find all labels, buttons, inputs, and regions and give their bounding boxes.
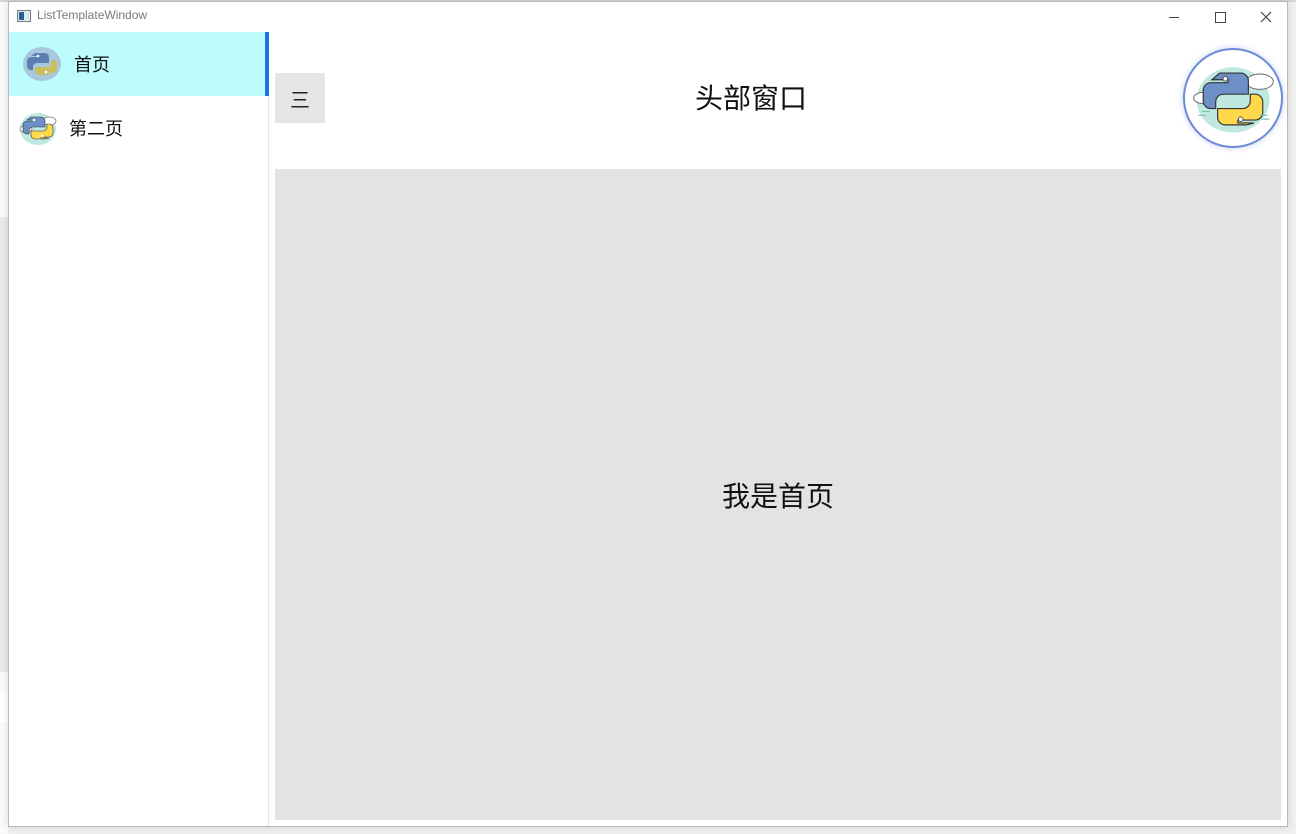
app-icon bbox=[17, 10, 31, 22]
minimize-button[interactable] bbox=[1151, 2, 1197, 32]
title-bar[interactable]: ListTemplateWindow bbox=[9, 2, 1287, 32]
background-window-edge bbox=[0, 2, 8, 834]
avatar[interactable] bbox=[1183, 48, 1283, 148]
sidebar-item-label: 第二页 bbox=[69, 119, 123, 140]
maximize-button[interactable] bbox=[1197, 2, 1243, 32]
sidebar-item-home[interactable]: 首页 bbox=[9, 32, 269, 96]
sidebar-item-second[interactable]: 第二页 bbox=[9, 96, 269, 160]
active-indicator bbox=[265, 32, 269, 96]
window-title: ListTemplateWindow bbox=[37, 8, 148, 22]
content-text: 我是首页 bbox=[721, 479, 834, 513]
minimize-icon bbox=[1169, 16, 1179, 18]
page-title: 头部窗口 bbox=[694, 82, 807, 115]
close-icon bbox=[1260, 11, 1272, 23]
app-window: ListTemplateWindow 首页 第二页 三 头部窗口 我是首页 bbox=[8, 1, 1288, 827]
close-button[interactable] bbox=[1243, 2, 1289, 32]
maximize-icon bbox=[1214, 11, 1226, 23]
sidebar-item-label: 首页 bbox=[74, 55, 110, 76]
python-icon bbox=[19, 113, 57, 145]
content-panel: 我是首页 bbox=[275, 169, 1281, 820]
sidebar: 首页 第二页 bbox=[9, 32, 269, 826]
python-logo-icon bbox=[1193, 67, 1274, 133]
python-icon bbox=[23, 47, 61, 81]
